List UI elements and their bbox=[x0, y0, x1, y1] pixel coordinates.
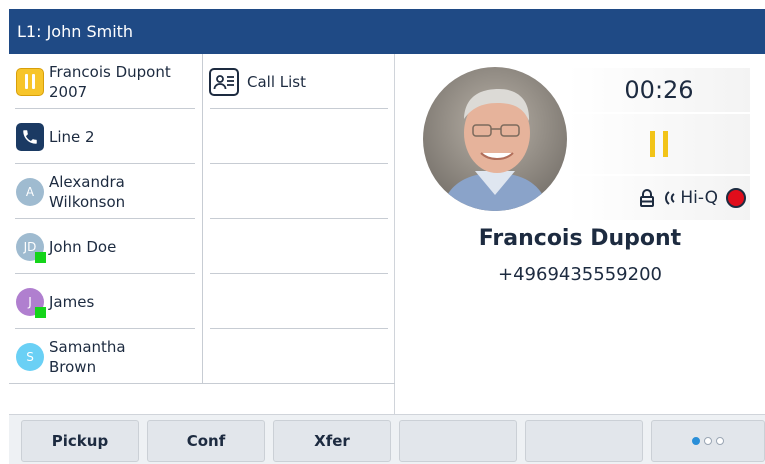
empty-key[interactable] bbox=[203, 274, 395, 329]
conf-softkey[interactable]: Conf bbox=[147, 420, 265, 462]
record-icon bbox=[726, 188, 746, 208]
call-status-icons: Hi-Q bbox=[568, 176, 750, 220]
line-key-held-call[interactable]: Francois Dupont 2007 bbox=[9, 54, 203, 109]
line-key-john-doe[interactable]: JD John Doe bbox=[9, 219, 203, 274]
line-key-label: Samantha Brown bbox=[49, 337, 126, 376]
more-softkey[interactable] bbox=[651, 420, 765, 462]
line-key-label: Francois Dupont 2007 bbox=[49, 62, 171, 101]
page-dot bbox=[704, 437, 712, 445]
avatar: JD bbox=[16, 232, 46, 263]
avatar: S bbox=[16, 342, 44, 371]
call-list-label: Call List bbox=[247, 72, 306, 91]
line-key-james[interactable]: J James bbox=[9, 274, 203, 329]
line-keys-panel: Francois Dupont 2007 Line 2 A Alexandra … bbox=[9, 54, 395, 414]
page-dot-active bbox=[692, 437, 700, 445]
call-list-icon bbox=[209, 67, 239, 96]
hold-icon bbox=[650, 131, 655, 157]
line-key-alexandra-wilkonson[interactable]: A Alexandra Wilkonson bbox=[9, 164, 203, 219]
avatar: J bbox=[16, 287, 46, 318]
caller-number: +4969435559200 bbox=[498, 264, 662, 285]
hi-q-label: Hi-Q bbox=[680, 188, 718, 208]
line-keys-column-2: Call List bbox=[203, 54, 395, 384]
phone-screen: L1: John Smith Francois Dupont 2007 Line… bbox=[9, 9, 765, 464]
line-key-label: Alexandra Wilkonson bbox=[49, 172, 126, 211]
line-key-label: Line 2 bbox=[49, 127, 95, 146]
caller-photo bbox=[423, 67, 567, 211]
presence-available-icon bbox=[35, 251, 46, 263]
page-dot bbox=[716, 437, 724, 445]
empty-softkey[interactable] bbox=[525, 420, 643, 462]
line-key-samantha-brown[interactable]: S Samantha Brown bbox=[9, 329, 203, 384]
xfer-softkey[interactable]: Xfer bbox=[273, 420, 391, 462]
avatar: A bbox=[16, 177, 44, 206]
line-keys-column: Francois Dupont 2007 Line 2 A Alexandra … bbox=[9, 54, 203, 384]
caller-name: Francois Dupont bbox=[478, 226, 682, 251]
empty-softkey[interactable] bbox=[399, 420, 517, 462]
phone-icon bbox=[16, 122, 44, 151]
hold-icon bbox=[16, 67, 44, 96]
hd-audio-icon: Hi-Q bbox=[663, 188, 718, 208]
active-call-panel: 00:26 Hi-Q Francois Dupont +496943555920 bbox=[395, 54, 765, 414]
empty-key[interactable] bbox=[203, 219, 395, 274]
call-timer: 00:26 bbox=[568, 68, 750, 112]
lock-icon bbox=[640, 189, 655, 207]
line-key-label: James bbox=[49, 292, 95, 311]
call-list-key[interactable]: Call List bbox=[203, 54, 395, 109]
title-text: L1: John Smith bbox=[17, 22, 134, 41]
line-key-label: John Doe bbox=[49, 237, 117, 256]
empty-key[interactable] bbox=[203, 164, 395, 219]
softkey-bar: Pickup Conf Xfer bbox=[9, 414, 765, 464]
pickup-softkey[interactable]: Pickup bbox=[21, 420, 139, 462]
empty-key[interactable] bbox=[203, 109, 395, 164]
line-key-line-2[interactable]: Line 2 bbox=[9, 109, 203, 164]
call-hold-indicator bbox=[568, 114, 750, 174]
divider bbox=[9, 383, 395, 384]
title-bar: L1: John Smith bbox=[9, 9, 765, 54]
empty-key[interactable] bbox=[203, 329, 395, 384]
page-indicator bbox=[692, 437, 724, 445]
presence-available-icon bbox=[35, 306, 46, 318]
